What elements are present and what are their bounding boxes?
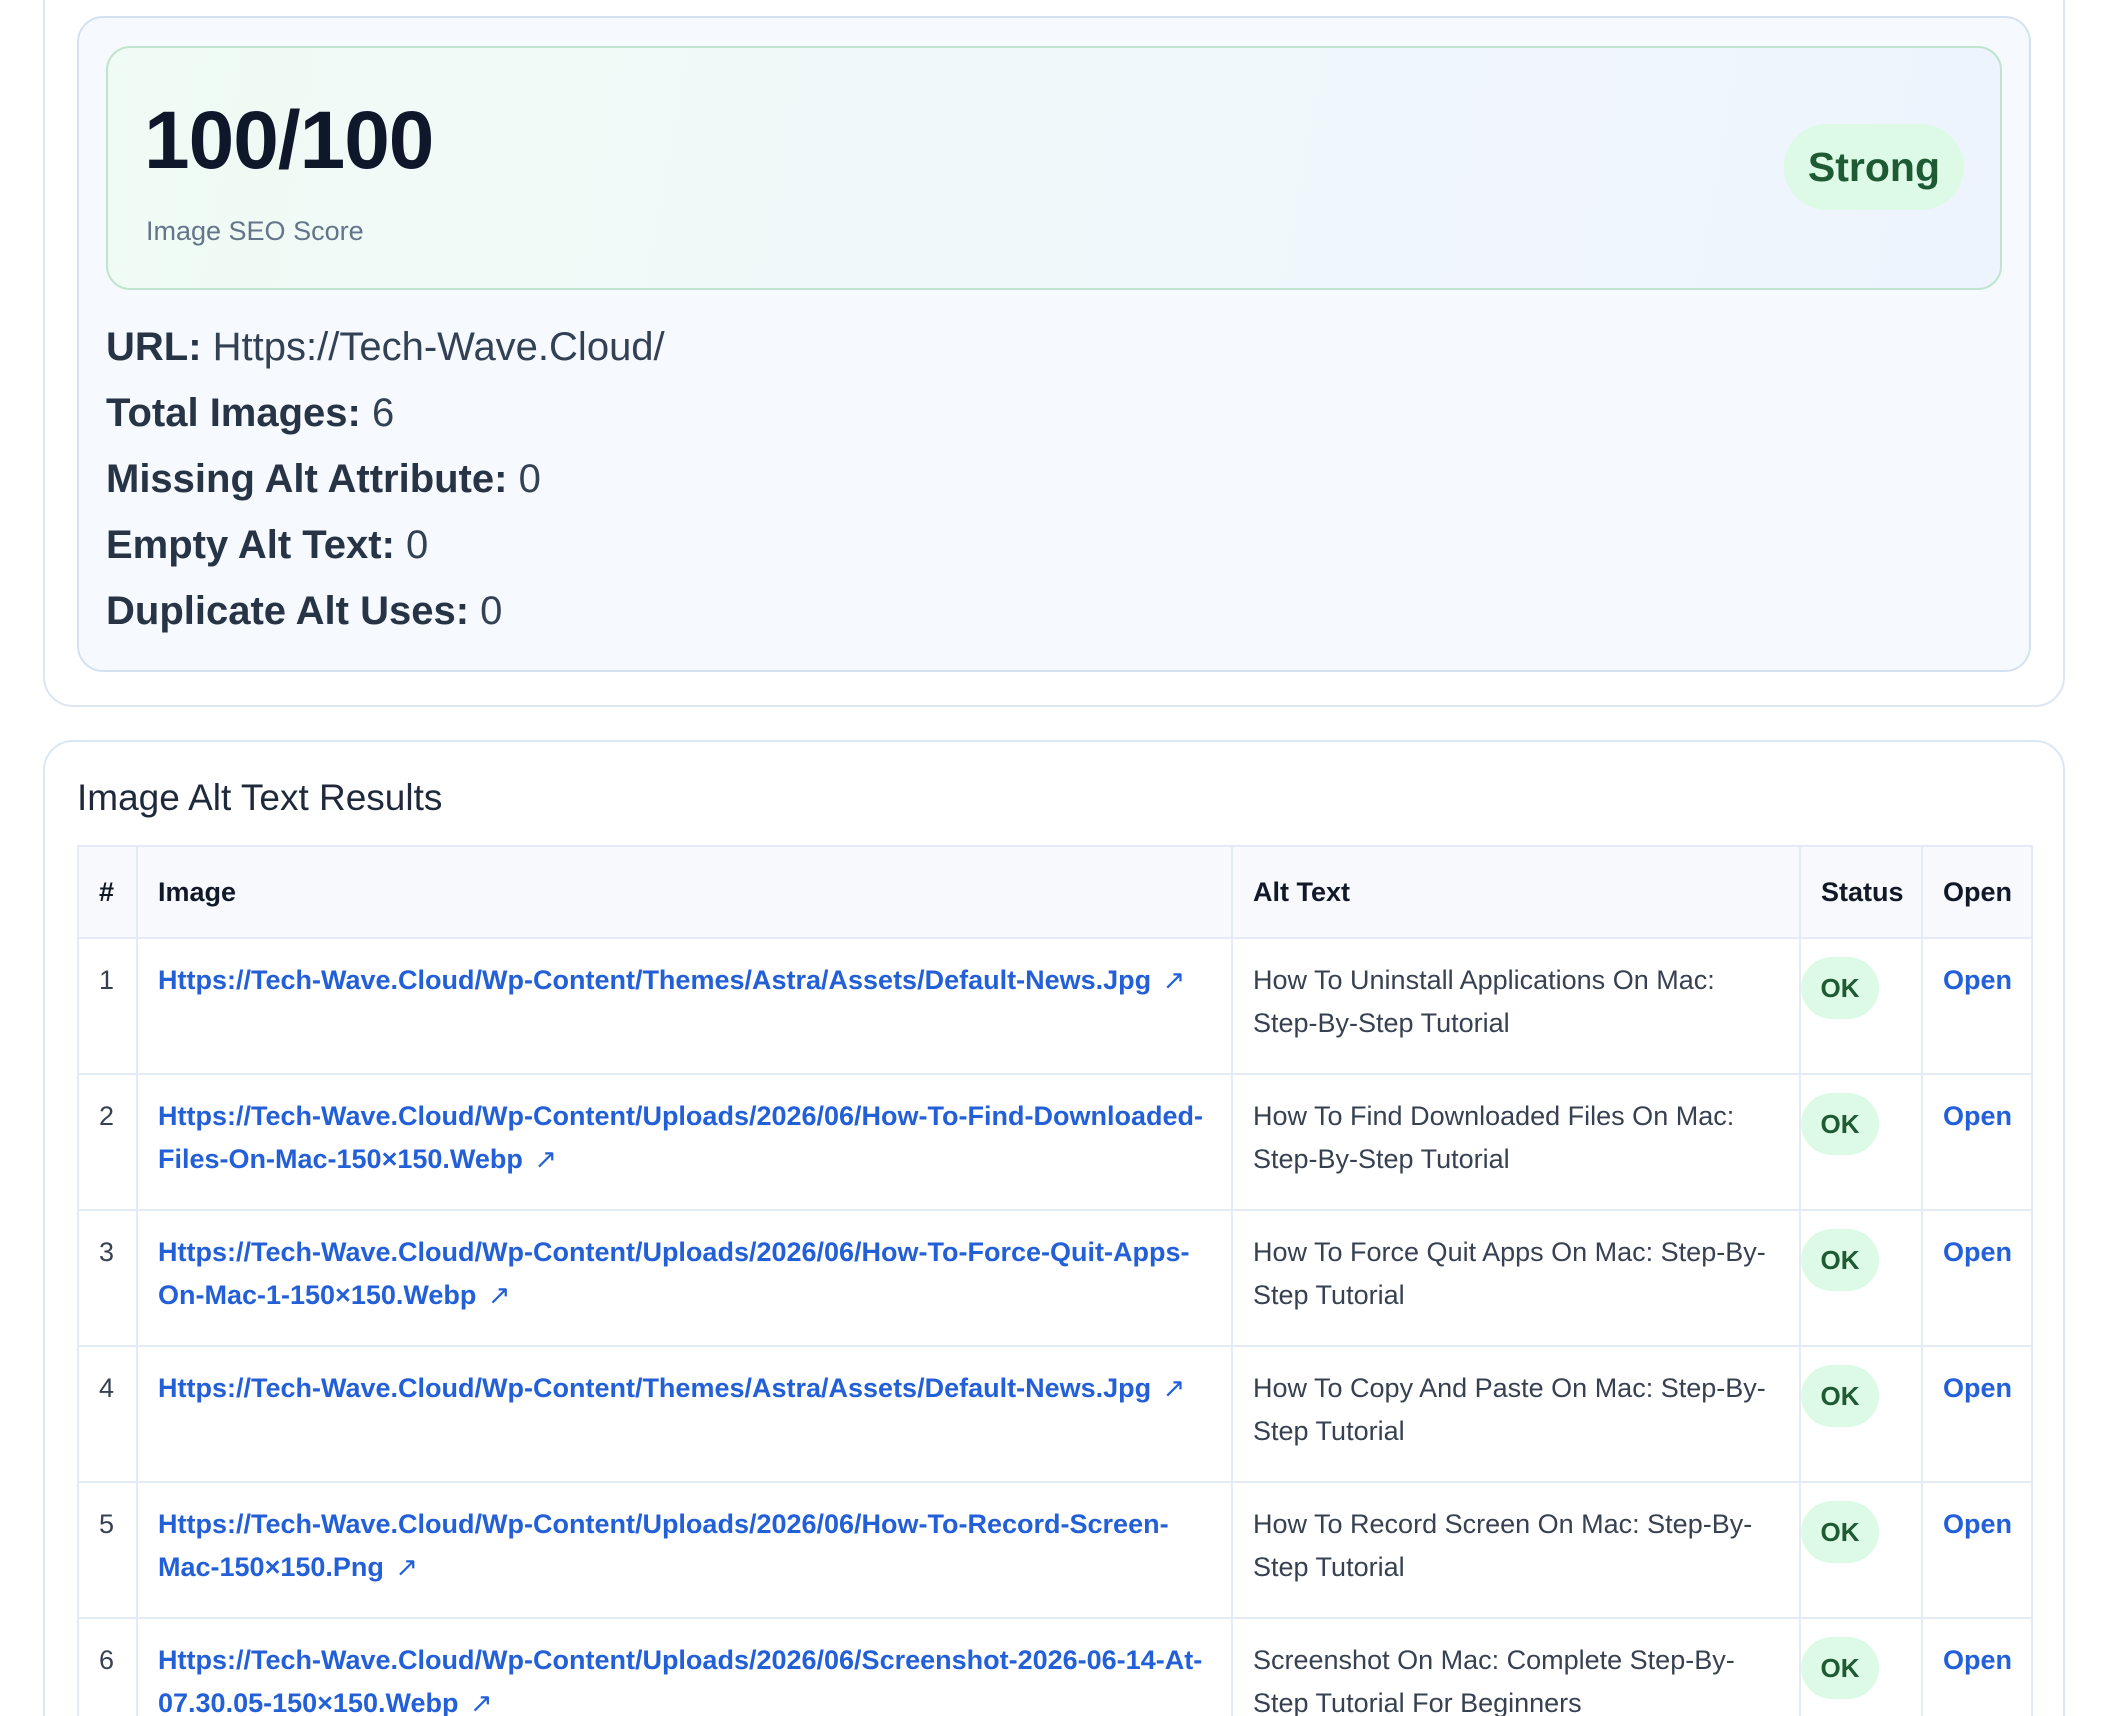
image-url-link[interactable]: Https://Tech-Wave.Cloud/Wp-Content/Theme…	[158, 1373, 1185, 1403]
stat-label: Total Images:	[106, 391, 361, 435]
open-link[interactable]: Open	[1943, 1373, 2012, 1403]
alt-text-cell: How To Force Quit Apps On Mac: Step-By-S…	[1231, 1209, 1801, 1347]
status-badge: OK	[1801, 1365, 1879, 1427]
image-cell: Https://Tech-Wave.Cloud/Wp-Content/Uploa…	[136, 1617, 1233, 1716]
image-cell: Https://Tech-Wave.Cloud/Wp-Content/Theme…	[136, 1345, 1233, 1483]
status-cell: OK	[1799, 937, 1923, 1075]
image-url-text: Https://Tech-Wave.Cloud/Wp-Content/Uploa…	[158, 1237, 1190, 1310]
open-cell: Open	[1921, 1345, 2033, 1483]
table-row: 6 Https://Tech-Wave.Cloud/Wp-Content/Upl…	[77, 1617, 2033, 1716]
image-url-link[interactable]: Https://Tech-Wave.Cloud/Wp-Content/Uploa…	[158, 1645, 1202, 1716]
column-header-alt-text: Alt Text	[1231, 845, 1801, 939]
table-header-row: # Image Alt Text Status Open	[77, 845, 2033, 939]
status-badge: OK	[1801, 1093, 1879, 1155]
stat-label: Duplicate Alt Uses:	[106, 589, 470, 633]
alt-text-cell: How To Find Downloaded Files On Mac: Ste…	[1231, 1073, 1801, 1211]
status-cell: OK	[1799, 1073, 1923, 1211]
image-url-text: Https://Tech-Wave.Cloud/Wp-Content/Theme…	[158, 1373, 1152, 1403]
stats-list: URL: Https://Tech-Wave.Cloud/ Total Imag…	[106, 322, 665, 652]
column-header-status: Status	[1799, 845, 1923, 939]
stat-value: 6	[372, 391, 395, 435]
stat-value: Https://Tech-Wave.Cloud/	[212, 325, 665, 369]
row-number: 3	[77, 1209, 138, 1347]
external-link-icon: ↗	[1162, 965, 1186, 995]
score-label: Image SEO Score	[146, 216, 364, 246]
row-number: 2	[77, 1073, 138, 1211]
stat-value: 0	[480, 589, 503, 633]
status-cell: OK	[1799, 1481, 1923, 1619]
external-link-icon: ↗	[487, 1280, 511, 1310]
stat-total-images: Total Images: 6	[106, 388, 665, 454]
row-number: 1	[77, 937, 138, 1075]
external-link-icon: ↗	[1162, 1373, 1186, 1403]
table-row: 3 Https://Tech-Wave.Cloud/Wp-Content/Upl…	[77, 1209, 2033, 1347]
table-row: 1 Https://Tech-Wave.Cloud/Wp-Content/The…	[77, 937, 2033, 1075]
open-link[interactable]: Open	[1943, 1509, 2012, 1539]
row-number: 5	[77, 1481, 138, 1619]
open-link[interactable]: Open	[1943, 1645, 2012, 1675]
page: 100/100 Image SEO Score Strong URL: Http…	[0, 0, 2108, 1716]
alt-text-cell: Screenshot On Mac: Complete Step-By-Step…	[1231, 1617, 1801, 1716]
external-link-icon: ↗	[469, 1688, 493, 1716]
stat-label: Missing Alt Attribute:	[106, 457, 508, 501]
image-url-text: Https://Tech-Wave.Cloud/Wp-Content/Uploa…	[158, 1645, 1203, 1716]
image-cell: Https://Tech-Wave.Cloud/Wp-Content/Theme…	[136, 937, 1233, 1075]
column-header-open: Open	[1921, 845, 2033, 939]
status-badge: OK	[1801, 1501, 1879, 1563]
score-box: 100/100 Image SEO Score Strong	[106, 46, 2002, 290]
open-cell: Open	[1921, 1617, 2033, 1716]
stat-value: 0	[406, 523, 429, 567]
row-number: 6	[77, 1617, 138, 1716]
table-row: 2 Https://Tech-Wave.Cloud/Wp-Content/Upl…	[77, 1073, 2033, 1211]
open-link[interactable]: Open	[1943, 1101, 2012, 1131]
open-cell: Open	[1921, 1481, 2033, 1619]
stat-duplicate-alt: Duplicate Alt Uses: 0	[106, 586, 665, 652]
column-header-number: #	[77, 845, 138, 939]
external-link-icon: ↗	[395, 1552, 419, 1582]
status-cell: OK	[1799, 1345, 1923, 1483]
image-cell: Https://Tech-Wave.Cloud/Wp-Content/Uploa…	[136, 1073, 1233, 1211]
status-badge: OK	[1801, 957, 1879, 1019]
stat-empty-alt: Empty Alt Text: 0	[106, 520, 665, 586]
row-number: 4	[77, 1345, 138, 1483]
score-value: 100/100	[144, 95, 434, 186]
open-link[interactable]: Open	[1943, 1237, 2012, 1267]
status-cell: OK	[1799, 1209, 1923, 1347]
table-row: 5 Https://Tech-Wave.Cloud/Wp-Content/Upl…	[77, 1481, 2033, 1619]
open-link[interactable]: Open	[1943, 965, 2012, 995]
status-cell: OK	[1799, 1617, 1923, 1716]
image-url-link[interactable]: Https://Tech-Wave.Cloud/Wp-Content/Uploa…	[158, 1101, 1203, 1174]
external-link-icon: ↗	[534, 1144, 558, 1174]
alt-text-cell: How To Record Screen On Mac: Step-By-Ste…	[1231, 1481, 1801, 1619]
image-url-link[interactable]: Https://Tech-Wave.Cloud/Wp-Content/Uploa…	[158, 1509, 1169, 1582]
results-title: Image Alt Text Results	[77, 777, 443, 818]
results-table: # Image Alt Text Status Open 1 Https://T…	[77, 845, 2033, 1716]
score-rating-badge: Strong	[1783, 124, 1964, 210]
image-url-text: Https://Tech-Wave.Cloud/Wp-Content/Uploa…	[158, 1101, 1203, 1174]
stat-value: 0	[518, 457, 541, 501]
image-cell: Https://Tech-Wave.Cloud/Wp-Content/Uploa…	[136, 1481, 1233, 1619]
column-header-image: Image	[136, 845, 1233, 939]
alt-text-cell: How To Uninstall Applications On Mac: St…	[1231, 937, 1801, 1075]
stat-label: URL:	[106, 325, 202, 369]
image-url-text: Https://Tech-Wave.Cloud/Wp-Content/Theme…	[158, 965, 1152, 995]
image-url-link[interactable]: Https://Tech-Wave.Cloud/Wp-Content/Uploa…	[158, 1237, 1190, 1310]
status-badge: OK	[1801, 1229, 1879, 1291]
stat-missing-alt: Missing Alt Attribute: 0	[106, 454, 665, 520]
alt-text-cell: How To Copy And Paste On Mac: Step-By-St…	[1231, 1345, 1801, 1483]
stat-label: Empty Alt Text:	[106, 523, 395, 567]
table-row: 4 Https://Tech-Wave.Cloud/Wp-Content/The…	[77, 1345, 2033, 1483]
open-cell: Open	[1921, 1073, 2033, 1211]
image-cell: Https://Tech-Wave.Cloud/Wp-Content/Uploa…	[136, 1209, 1233, 1347]
image-url-link[interactable]: Https://Tech-Wave.Cloud/Wp-Content/Theme…	[158, 965, 1185, 995]
open-cell: Open	[1921, 1209, 2033, 1347]
open-cell: Open	[1921, 937, 2033, 1075]
image-url-text: Https://Tech-Wave.Cloud/Wp-Content/Uploa…	[158, 1509, 1169, 1582]
status-badge: OK	[1801, 1637, 1879, 1699]
stat-url: URL: Https://Tech-Wave.Cloud/	[106, 322, 665, 388]
